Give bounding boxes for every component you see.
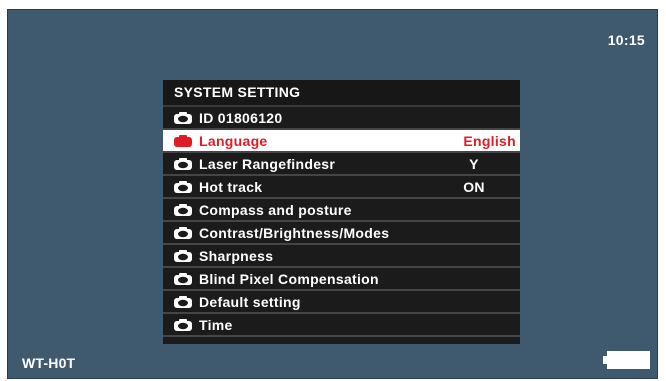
camera-icon: [174, 295, 192, 308]
menu-item-label: Hot track: [199, 178, 263, 195]
menu-item[interactable]: Hot track ON: [163, 176, 520, 199]
menu-item-value: English: [463, 132, 516, 149]
menu-item[interactable]: Sharpness: [163, 245, 520, 268]
camera-icon: [174, 318, 192, 331]
camera-icon: [174, 157, 192, 170]
camera-icon: [174, 180, 192, 193]
menu-item-label: Compass and posture: [199, 201, 352, 218]
menu-item[interactable]: Contrast/Brightness/Modes: [163, 222, 520, 245]
camera-icon: [174, 249, 192, 262]
menu-item[interactable]: Default setting: [163, 291, 520, 314]
menu-item-label: Laser Rangefindesr: [199, 155, 336, 172]
menu-item-value: Y: [469, 155, 479, 172]
menu-item-value: ON: [463, 178, 485, 195]
menu-item[interactable]: Time: [163, 314, 520, 337]
menu-item[interactable]: Language English: [163, 130, 520, 153]
camera-icon: [174, 111, 192, 124]
menu-item[interactable]: Compass and posture: [163, 199, 520, 222]
menu-item-label: Language: [199, 132, 268, 149]
menu-item-label: Blind Pixel Compensation: [199, 270, 379, 287]
camera-icon: [174, 203, 192, 216]
menu-item-list: ID 01806120 Language English Laser Rangefin…: [163, 107, 520, 337]
system-setting-menu: SYSTEM SETTING ID 01806120 Language Englis…: [163, 80, 520, 344]
menu-item-label: Contrast/Brightness/Modes: [199, 224, 390, 241]
camera-icon: [174, 272, 192, 285]
menu-item[interactable]: ID 01806120: [163, 107, 520, 130]
menu-item-label: Time: [199, 316, 233, 333]
menu-item-label: Sharpness: [199, 247, 274, 264]
menu-item[interactable]: Blind Pixel Compensation: [163, 268, 520, 291]
camera-icon: [174, 134, 192, 147]
menu-item-label: ID 01806120: [199, 109, 283, 126]
menu-item-label: Default setting: [199, 293, 301, 310]
device-screen: 10:15 SYSTEM SETTING ID 01806120 Language…: [7, 9, 658, 379]
device-label: WT-H0T: [22, 355, 76, 371]
menu-title: SYSTEM SETTING: [163, 80, 520, 107]
battery-icon: [603, 351, 650, 369]
clock: 10:15: [607, 32, 645, 48]
camera-icon: [174, 226, 192, 239]
menu-item[interactable]: Laser Rangefindesr Y: [163, 153, 520, 176]
battery-body: [607, 351, 650, 369]
